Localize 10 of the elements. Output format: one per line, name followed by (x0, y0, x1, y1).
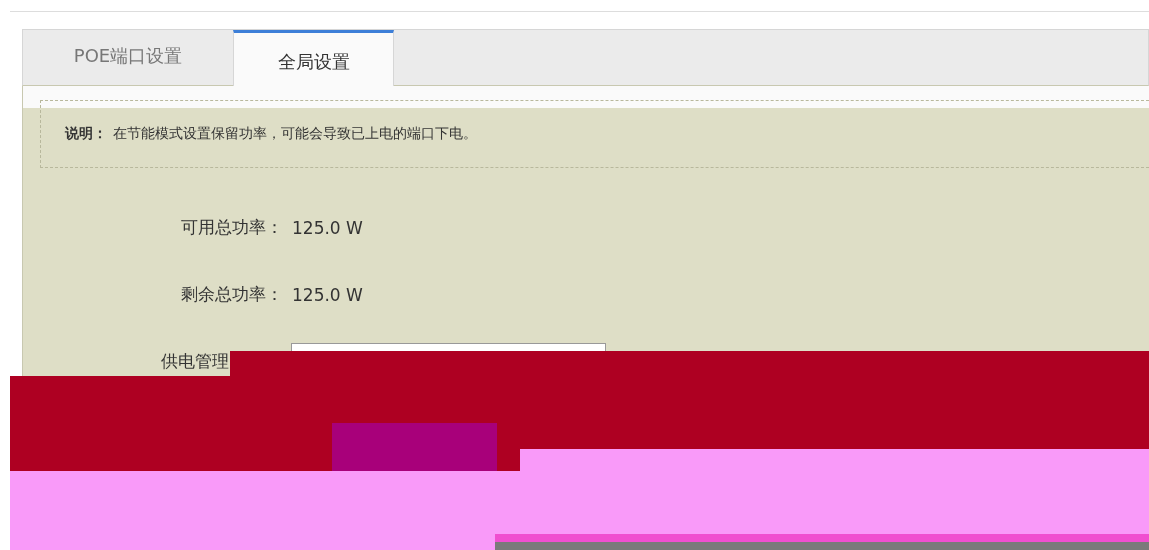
field-label: 剩余总功率： (181, 283, 283, 306)
tab[interactable]: 全局设置 (233, 30, 394, 86)
field-label: 供电管理 (161, 350, 229, 373)
notice-text: 在节能模式设置保留功率，可能会导致已上电的端口下电。 (113, 125, 477, 143)
field-value: 125.0 W (292, 284, 363, 305)
field-value: 125.0 W (292, 217, 363, 238)
tab[interactable]: POE端口设置 (23, 30, 233, 85)
select-field[interactable] (291, 342, 606, 351)
notice-label: 说明： (65, 125, 107, 143)
field-label: 可用总功率： (181, 216, 283, 239)
